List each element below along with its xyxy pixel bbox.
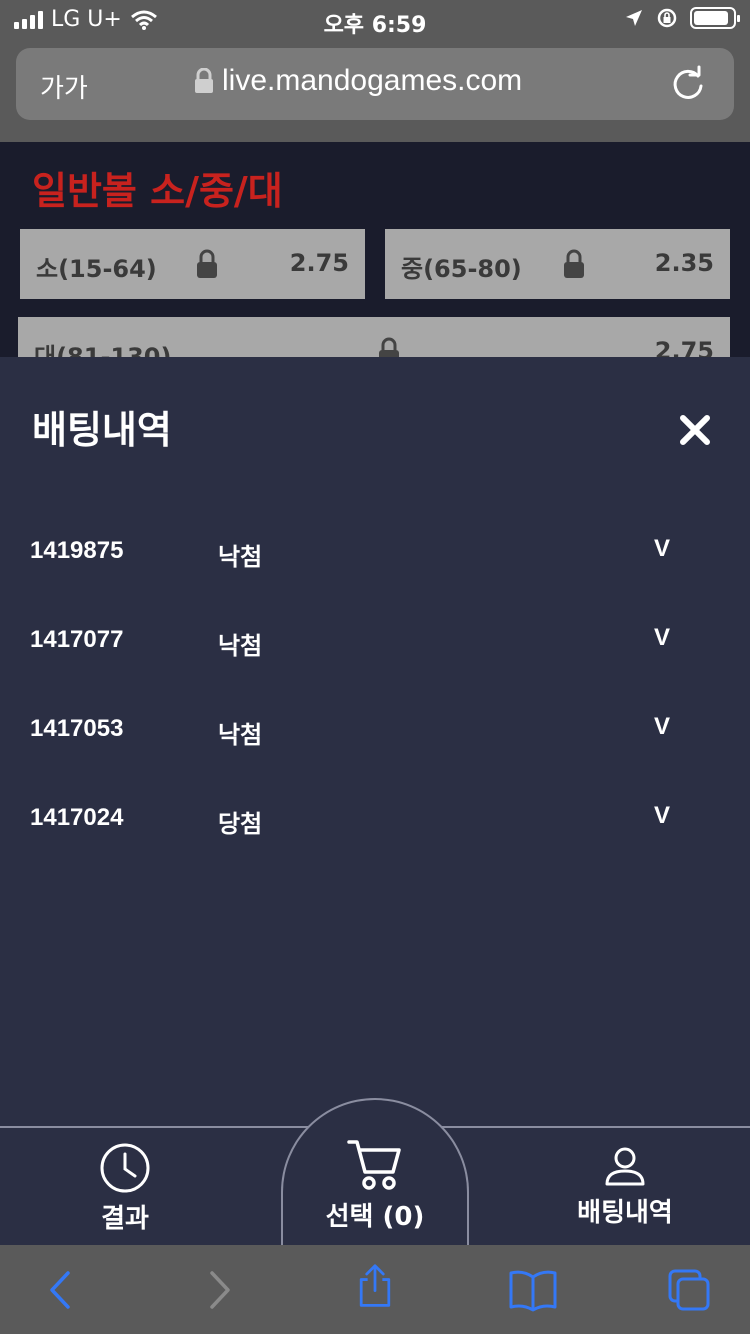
location-arrow-icon xyxy=(626,10,642,26)
browser-top-bar: 가가 live.mandogames.com xyxy=(0,40,750,142)
history-row[interactable]: 1419875 낙첨 V xyxy=(0,507,750,596)
share-icon[interactable] xyxy=(352,1263,398,1309)
bookmarks-icon[interactable] xyxy=(508,1267,558,1313)
history-row[interactable]: 1417024 당첨 V xyxy=(0,774,750,863)
lock-icon xyxy=(564,249,584,278)
clock-icon xyxy=(100,1143,150,1193)
history-row[interactable]: 1417077 낙첨 V xyxy=(0,596,750,685)
section-title: 일반볼 소/중/대 xyxy=(32,169,283,213)
bet-option-large[interactable]: 대(81-130) 2.75 xyxy=(18,317,730,357)
bet-id: 1419875 xyxy=(30,537,124,564)
padlock-icon xyxy=(195,68,213,93)
nav-history-label: 배팅내역 xyxy=(577,1198,673,1228)
bet-id: 1417053 xyxy=(30,715,124,742)
lock-icon xyxy=(379,337,399,357)
forward-icon[interactable] xyxy=(196,1267,242,1313)
url-text[interactable]: live.mandogames.com xyxy=(222,64,522,98)
bet-odds: 2.35 xyxy=(654,249,714,277)
bet-option-medium[interactable]: 중(65-80) 2.35 xyxy=(385,229,730,299)
close-icon[interactable] xyxy=(678,413,712,447)
nav-history-button[interactable]: 배팅내역 xyxy=(560,1128,690,1229)
nav-select-label: 선택 (0) xyxy=(325,1202,425,1232)
bet-odds: 2.75 xyxy=(654,337,714,357)
bet-id: 1417077 xyxy=(30,626,124,653)
bet-result: 낙첨 xyxy=(218,543,263,571)
person-icon xyxy=(605,1147,645,1186)
bet-label: 중(65-80) xyxy=(401,255,522,283)
nav-select-button[interactable]: 선택 (0) xyxy=(300,1098,450,1233)
tabs-icon[interactable] xyxy=(666,1267,712,1313)
modal-title: 배팅내역 xyxy=(32,408,172,452)
browser-toolbar xyxy=(0,1245,750,1334)
bottom-nav: 결과 선택 (0) 배팅내역 xyxy=(0,1098,750,1278)
battery-icon xyxy=(690,7,740,29)
expand-toggle[interactable]: V xyxy=(654,713,670,741)
bet-option-small[interactable]: 소(15-64) 2.75 xyxy=(20,229,365,299)
back-icon[interactable] xyxy=(38,1267,84,1313)
history-row[interactable]: 1417053 낙첨 V xyxy=(0,685,750,774)
bet-odds: 2.75 xyxy=(289,249,349,277)
cart-icon xyxy=(347,1140,401,1190)
bet-label: 대(81-130) xyxy=(34,343,172,357)
status-right xyxy=(624,7,740,29)
nav-results-label: 결과 xyxy=(101,1204,149,1234)
bet-result: 낙첨 xyxy=(218,632,263,660)
betting-history-modal: 배팅내역 1419875 낙첨 V 1417077 낙첨 V 1417053 낙… xyxy=(0,357,750,1127)
lock-icon xyxy=(197,249,217,278)
bet-label: 소(15-64) xyxy=(36,255,157,283)
bet-id: 1417024 xyxy=(30,804,124,831)
url-wrap[interactable]: live.mandogames.com xyxy=(194,64,522,98)
bet-result: 당첨 xyxy=(218,810,263,838)
rotation-lock-icon xyxy=(657,8,677,28)
expand-toggle[interactable]: V xyxy=(654,624,670,652)
expand-toggle[interactable]: V xyxy=(654,802,670,830)
history-list: 1419875 낙첨 V 1417077 낙첨 V 1417053 낙첨 V 1… xyxy=(0,507,750,863)
status-bar: LG U+ 오후 6:59 xyxy=(0,0,750,40)
reload-icon[interactable] xyxy=(668,64,708,104)
address-bar[interactable]: 가가 live.mandogames.com xyxy=(16,48,734,120)
text-size-button[interactable]: 가가 xyxy=(40,68,88,105)
page-background: 일반볼 소/중/대 소(15-64) 2.75 중(65-80) 2.35 대(… xyxy=(0,142,750,357)
bet-result: 낙첨 xyxy=(218,721,263,749)
expand-toggle[interactable]: V xyxy=(654,535,670,563)
nav-results-button[interactable]: 결과 xyxy=(70,1128,180,1235)
